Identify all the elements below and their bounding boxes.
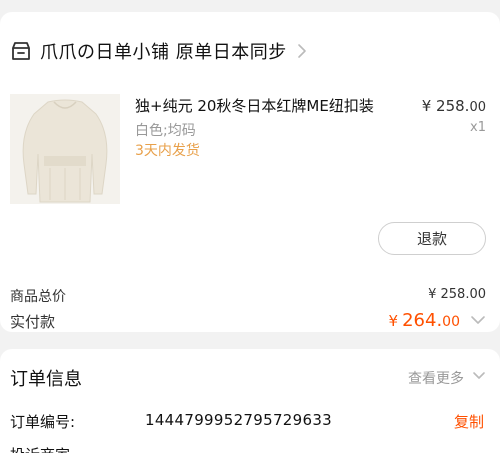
complain-seller-row[interactable]: 投诉商家 [10,444,70,453]
shop-icon [12,42,30,60]
chevron-right-icon [297,44,306,58]
chevron-down-icon[interactable] [470,314,486,326]
paid-main: 264. [402,310,443,331]
order-number-label: 订单编号: [10,413,76,431]
chevron-down-icon[interactable] [472,371,486,381]
shipping-note: 3天内发货 [135,143,200,159]
product-spec: 白色;均码 [135,123,196,139]
refund-button[interactable]: 退款 [378,222,486,255]
product-image[interactable] [10,94,120,204]
goods-total-label: 商品总价 [10,289,66,305]
order-info-card: 订单信息 查看更多 订单编号: 1444799952795729633 复制 投… [0,349,500,453]
order-info-title: 订单信息 [10,369,82,390]
shop-name: 爪爪の日单小铺 原单日本同步 [40,42,287,63]
view-more-link[interactable]: 查看更多 [408,368,464,388]
goods-total-value: ¥ 258.00 [428,287,486,302]
product-price-main: ¥ 258. [421,97,470,115]
order-card: 爪爪の日单小铺 原单日本同步 独+纯元 20秋冬日本红牌ME纽扣装 ¥ 258.… [0,12,500,332]
copy-button[interactable]: 复制 [454,411,484,432]
paid-label: 实付款 [10,313,56,331]
order-number-value: 1444799952795729633 [145,411,333,429]
paid-currency: ¥ [388,312,399,330]
paid-decimal: 00 [442,314,460,330]
product-price-decimal: 00 [469,100,486,115]
paid-value[interactable]: ¥264.00 [389,310,460,331]
top-strip [0,0,500,12]
shop-header[interactable]: 爪爪の日单小铺 原单日本同步 [10,37,307,65]
product-title[interactable]: 独+纯元 20秋冬日本红牌ME纽扣装 [135,95,374,116]
section-gap [0,332,500,349]
sweater-dress-image [10,94,120,204]
product-price: ¥ 258.00 [422,97,486,115]
product-quantity: x1 [470,120,486,135]
